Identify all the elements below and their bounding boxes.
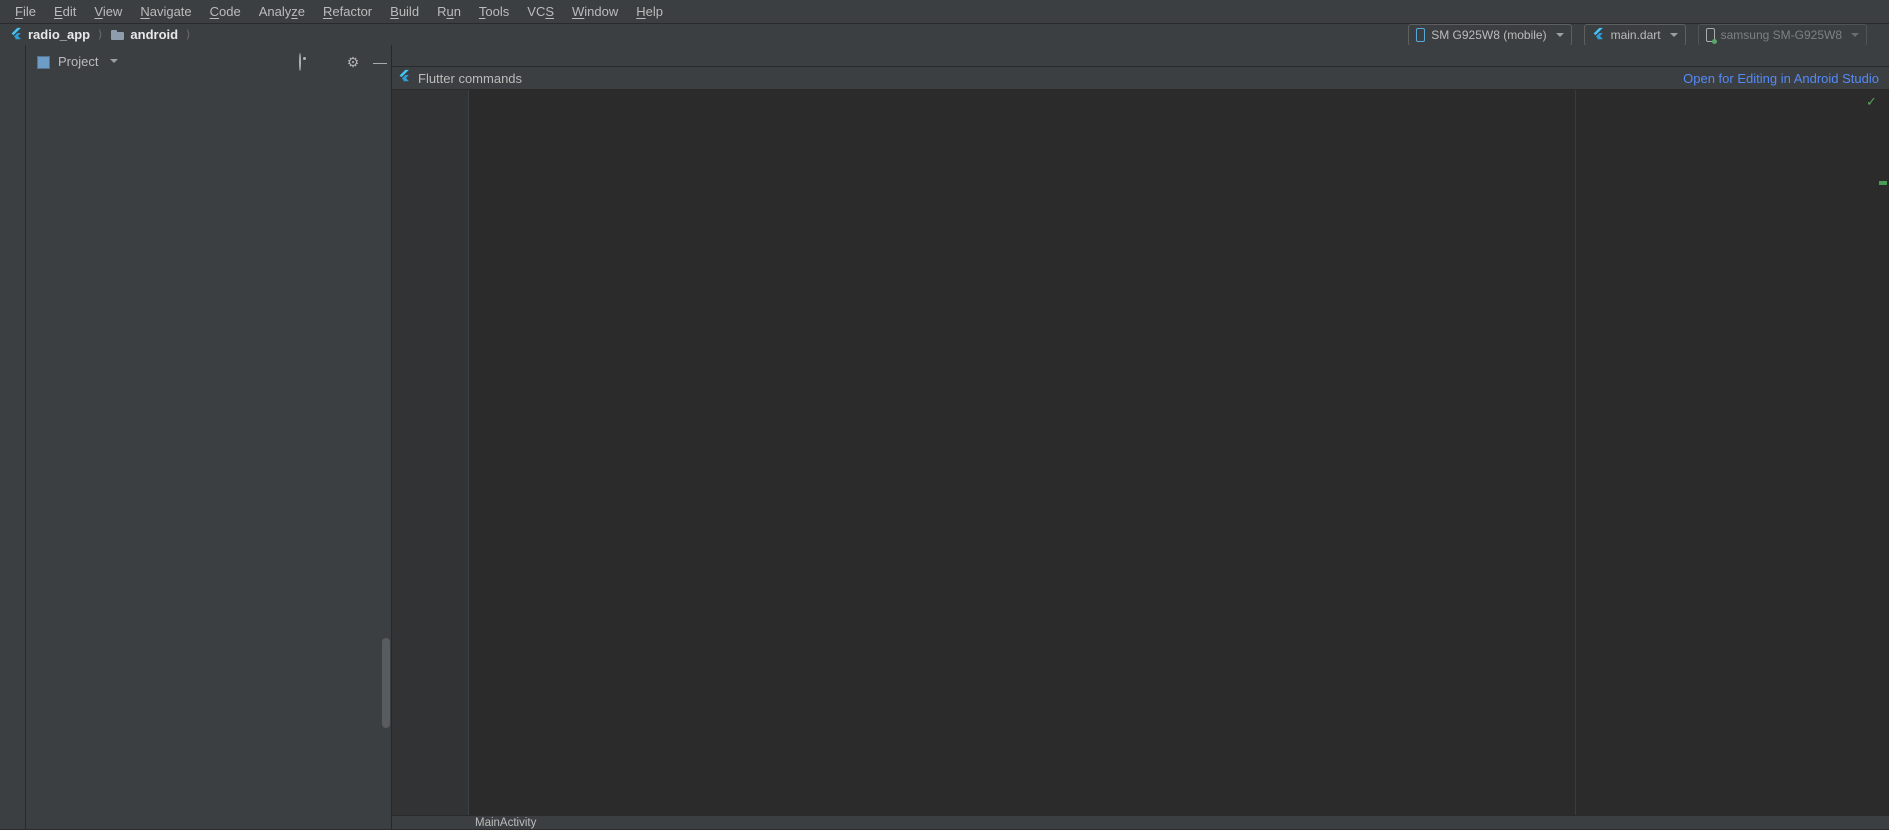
chevron-down-icon xyxy=(1851,33,1859,37)
scrollbar-highlight-mark xyxy=(1879,181,1887,185)
menu-item-edit[interactable]: Edit xyxy=(45,0,85,24)
menu-item-help[interactable]: Help xyxy=(627,0,672,24)
project-panel-title[interactable]: Project xyxy=(58,54,98,69)
project-panel-header: Project ⚙ — xyxy=(26,45,391,81)
project-view-icon xyxy=(37,56,50,69)
code-editor[interactable] xyxy=(392,90,1889,815)
breadcrumb-label: android xyxy=(130,27,178,42)
breadcrumb-separator-icon: ⟩ xyxy=(186,28,190,41)
flutter-device-selector[interactable]: samsung SM-G925W8 xyxy=(1698,24,1867,46)
tool-window-stripe xyxy=(0,45,26,829)
flutter-icon xyxy=(10,27,23,43)
hide-panel-button[interactable]: — xyxy=(372,54,388,70)
editor-breadcrumb[interactable]: MainActivity xyxy=(475,817,536,829)
menu-item-vcs[interactable]: VCS xyxy=(518,0,563,24)
menu-item-build[interactable]: Build xyxy=(381,0,428,24)
flutter-icon xyxy=(1592,27,1605,43)
menu-item-file[interactable]: File xyxy=(6,0,45,24)
device-selector[interactable]: SM G925W8 (mobile) xyxy=(1408,24,1571,46)
collapse-all-button[interactable] xyxy=(317,54,333,70)
menu-item-view[interactable]: View xyxy=(85,0,131,24)
menu-item-window[interactable]: Window xyxy=(563,0,627,24)
chevron-down-icon[interactable] xyxy=(110,59,118,63)
phone-icon xyxy=(1416,28,1425,42)
project-panel: Project ⚙ — xyxy=(26,45,392,829)
menu-item-code[interactable]: Code xyxy=(201,0,250,24)
editor-gutter xyxy=(392,90,469,815)
flutter-commands-label: Flutter commands xyxy=(418,71,522,86)
menu-item-run[interactable]: Run xyxy=(428,0,470,24)
menu-item-tools[interactable]: Tools xyxy=(470,0,518,24)
chevron-down-icon xyxy=(1670,33,1678,37)
phone-icon xyxy=(1706,28,1715,42)
menu-item-navigate[interactable]: Navigate xyxy=(131,0,200,24)
breadcrumb-label: radio_app xyxy=(28,27,90,42)
right-margin-guide xyxy=(1575,90,1576,815)
breadcrumb-item-radio_app[interactable]: radio_app xyxy=(8,27,92,43)
editor-breadcrumb-bar: MainActivity xyxy=(392,815,1889,829)
flutter-device-value: samsung SM-G925W8 xyxy=(1721,28,1842,42)
menu-item-refactor[interactable]: Refactor xyxy=(314,0,381,24)
menu-bar: FileEditViewNavigateCodeAnalyzeRefactorB… xyxy=(0,0,1889,24)
run-toolbar: SM G925W8 (mobile) main.dart samsung SM-… xyxy=(1408,24,1879,46)
editor-area: Flutter commands Open for Editing in And… xyxy=(392,45,1889,829)
inspections-ok-icon[interactable]: ✓ xyxy=(1866,94,1877,110)
project-scrollbar-thumb[interactable] xyxy=(382,638,390,728)
gear-icon[interactable]: ⚙ xyxy=(345,54,361,70)
editor-tab-bar xyxy=(392,45,1889,67)
run-config-value: main.dart xyxy=(1611,28,1661,42)
menu-item-analyze[interactable]: Analyze xyxy=(250,0,314,24)
folder-android-icon xyxy=(110,27,125,42)
breadcrumb: radio_app ⟩ android ⟩ xyxy=(8,27,196,43)
breadcrumb-separator-icon: ⟩ xyxy=(98,28,102,41)
chevron-down-icon xyxy=(1556,33,1564,37)
device-selector-value: SM G925W8 (mobile) xyxy=(1431,28,1546,42)
flutter-commands-bar: Flutter commands Open for Editing in And… xyxy=(392,67,1889,90)
open-in-android-studio-link[interactable]: Open for Editing in Android Studio xyxy=(1683,71,1879,86)
navigation-toolbar: radio_app ⟩ android ⟩ SM G925W8 (mobile) ma… xyxy=(0,24,1889,46)
breadcrumb-item-android[interactable]: android xyxy=(108,27,180,42)
locate-file-button[interactable] xyxy=(292,54,308,70)
flutter-icon xyxy=(398,69,411,87)
run-config-selector[interactable]: main.dart xyxy=(1584,24,1686,46)
